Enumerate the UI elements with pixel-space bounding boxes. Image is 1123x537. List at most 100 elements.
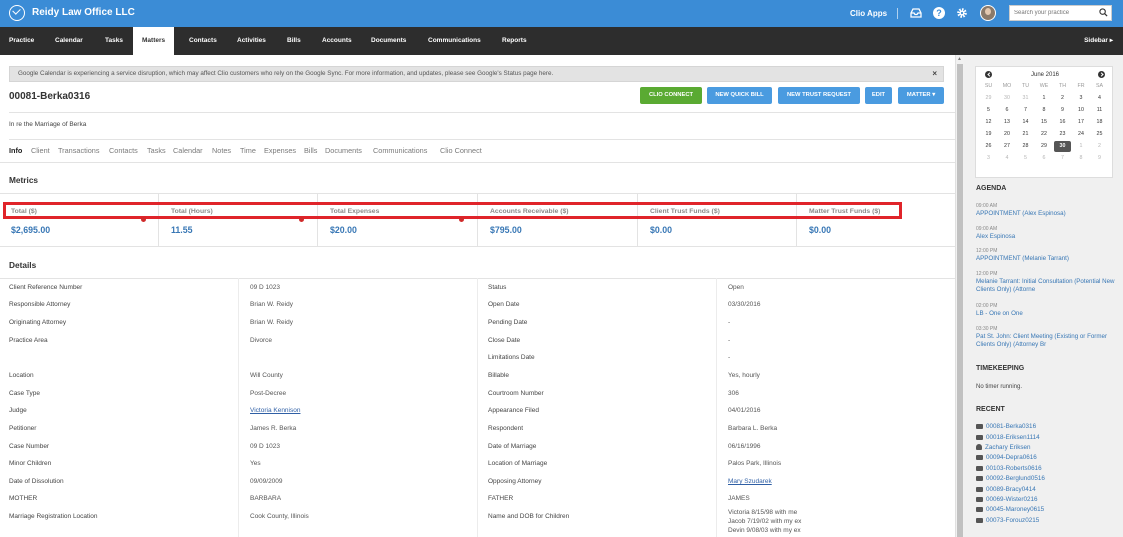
calendar-day[interactable]: 16 <box>1054 117 1071 128</box>
nav-practice[interactable]: Practice <box>0 27 43 55</box>
scroll-up-icon[interactable]: ▲ <box>956 56 963 62</box>
nav-calendar[interactable]: Calendar <box>46 27 92 55</box>
recent-item[interactable]: 00069-Wister0216 <box>976 496 1037 503</box>
calendar-day[interactable]: 14 <box>1017 117 1034 128</box>
nav-reports[interactable]: Reports <box>493 27 536 55</box>
tab-expenses[interactable]: Expenses <box>264 146 296 155</box>
calendar-day[interactable]: 2 <box>1054 93 1071 104</box>
calendar-day[interactable]: 1 <box>1073 141 1090 152</box>
calendar-day[interactable]: 9 <box>1054 105 1071 116</box>
judge-link[interactable]: Victoria Kennison <box>250 407 300 414</box>
clio-connect-button[interactable]: CLIO CONNECT <box>640 87 702 104</box>
firm-name[interactable]: Reidy Law Office LLC <box>32 7 135 18</box>
calendar-day[interactable]: 18 <box>1091 117 1108 128</box>
calendar-day[interactable]: 8 <box>1073 153 1090 164</box>
nav-communications[interactable]: Communications <box>419 27 490 55</box>
calendar-day[interactable]: 26 <box>980 141 997 152</box>
tab-client[interactable]: Client <box>31 146 50 155</box>
calendar-day[interactable]: 17 <box>1073 117 1090 128</box>
calendar-day[interactable]: 7 <box>1017 105 1034 116</box>
inbox-icon[interactable] <box>910 7 922 19</box>
recent-item[interactable]: 00073-Forouz0215 <box>976 517 1039 524</box>
calendar-next-icon[interactable] <box>1098 71 1105 78</box>
agenda-item[interactable]: Melanie Tarrant: Initial Consultation (P… <box>976 278 1116 294</box>
calendar-day[interactable]: 6 <box>999 105 1016 116</box>
calendar-day[interactable]: 6 <box>1036 153 1053 164</box>
nav-matters[interactable]: Matters <box>133 27 175 55</box>
calendar-day[interactable]: 5 <box>980 105 997 116</box>
nav-bills[interactable]: Bills <box>278 27 310 55</box>
recent-item[interactable]: 00094-Depra0616 <box>976 454 1037 461</box>
calendar-day[interactable]: 4 <box>1091 93 1108 104</box>
calendar-day[interactable]: 25 <box>1091 129 1108 140</box>
tab-tasks[interactable]: Tasks <box>147 146 166 155</box>
calendar-day[interactable]: 20 <box>999 129 1016 140</box>
nav-documents[interactable]: Documents <box>362 27 415 55</box>
tab-time[interactable]: Time <box>240 146 256 155</box>
search-icon[interactable] <box>1099 8 1108 17</box>
nav-contacts[interactable]: Contacts <box>180 27 226 55</box>
close-icon[interactable]: × <box>932 67 937 81</box>
recent-item[interactable]: 00089-Bracy0414 <box>976 486 1036 493</box>
agenda-item[interactable]: Pat St. John: Client Meeting (Existing o… <box>976 333 1116 349</box>
calendar-day[interactable]: 29 <box>980 93 997 104</box>
calendar-day[interactable]: 27 <box>999 141 1016 152</box>
calendar-day[interactable]: 8 <box>1036 105 1053 116</box>
tab-notes[interactable]: Notes <box>212 146 231 155</box>
calendar-day[interactable]: 1 <box>1036 93 1053 104</box>
calendar-day[interactable]: 11 <box>1091 105 1108 116</box>
edit-button[interactable]: EDIT <box>865 87 892 104</box>
calendar-day[interactable]: 7 <box>1054 153 1071 164</box>
calendar-day[interactable]: 13 <box>999 117 1016 128</box>
recent-item[interactable]: 00092-Berglund0516 <box>976 475 1045 482</box>
gear-icon[interactable] <box>956 7 968 19</box>
nav-accounts[interactable]: Accounts <box>313 27 361 55</box>
tab-calendar[interactable]: Calendar <box>173 146 203 155</box>
calendar-day[interactable]: 9 <box>1091 153 1108 164</box>
clio-logo-icon[interactable] <box>9 5 25 21</box>
calendar-day[interactable]: 30 <box>999 93 1016 104</box>
help-icon[interactable]: ? <box>933 7 945 19</box>
tab-bills[interactable]: Bills <box>304 146 317 155</box>
calendar-day[interactable]: 19 <box>980 129 997 140</box>
new-quick-bill-button[interactable]: NEW QUICK BILL <box>707 87 772 104</box>
user-avatar[interactable] <box>980 5 996 21</box>
opposing-attorney-link[interactable]: Mary Szudarek <box>728 478 772 485</box>
scrollbar-thumb[interactable] <box>957 64 963 537</box>
calendar-day[interactable]: 3 <box>980 153 997 164</box>
tab-contacts[interactable]: Contacts <box>109 146 138 155</box>
agenda-item[interactable]: APPOINTMENT (Alex Espinosa) <box>976 210 1116 218</box>
recent-item[interactable]: 00103-Roberts0616 <box>976 465 1042 472</box>
calendar-day[interactable]: 29 <box>1036 141 1053 152</box>
calendar-day[interactable]: 5 <box>1017 153 1034 164</box>
matter-menu-button[interactable]: MATTER ▾ <box>898 87 944 104</box>
clio-apps-link[interactable]: Clio Apps <box>850 9 887 18</box>
calendar-day[interactable]: 3 <box>1073 93 1090 104</box>
nav-tasks[interactable]: Tasks <box>96 27 132 55</box>
calendar-day[interactable]: 15 <box>1036 117 1053 128</box>
tab-communications[interactable]: Communications <box>373 146 427 155</box>
recent-item[interactable]: 00045-Maroney0615 <box>976 506 1044 513</box>
calendar-day[interactable]: 10 <box>1073 105 1090 116</box>
nav-activities[interactable]: Activities <box>228 27 275 55</box>
tab-documents[interactable]: Documents <box>325 146 362 155</box>
agenda-item[interactable]: LB - One on One <box>976 310 1116 318</box>
recent-item[interactable]: Zachary Eriksen <box>976 444 1031 451</box>
agenda-item[interactable]: Alex Espinosa <box>976 233 1116 241</box>
calendar-day[interactable]: 31 <box>1017 93 1034 104</box>
calendar-day[interactable]: 4 <box>999 153 1016 164</box>
calendar-day[interactable]: 23 <box>1054 129 1071 140</box>
agenda-item[interactable]: APPOINTMENT (Melanie Tarrant) <box>976 255 1116 263</box>
new-trust-request-button[interactable]: NEW TRUST REQUEST <box>778 87 860 104</box>
recent-item[interactable]: 00018-Eriksen1114 <box>976 434 1040 441</box>
sidebar-toggle[interactable]: Sidebar ▸ <box>1084 27 1113 55</box>
calendar-day[interactable]: 2 <box>1091 141 1108 152</box>
tab-clio-connect[interactable]: Clio Connect <box>440 146 482 155</box>
calendar-day[interactable]: 22 <box>1036 129 1053 140</box>
calendar-day[interactable]: 21 <box>1017 129 1034 140</box>
calendar-day[interactable]: 30 <box>1054 141 1071 152</box>
calendar-day[interactable]: 28 <box>1017 141 1034 152</box>
tab-info[interactable]: Info <box>9 146 22 155</box>
search-input[interactable] <box>1010 6 1095 20</box>
calendar-day[interactable]: 24 <box>1073 129 1090 140</box>
